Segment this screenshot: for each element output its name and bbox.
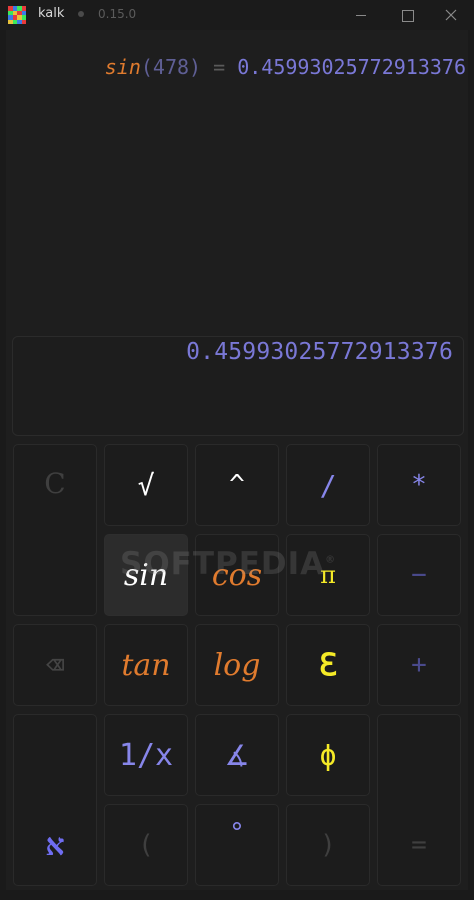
history-close-paren: ) [189,55,202,79]
equals-label: = [411,830,427,860]
app-version: 0.15.0 [98,7,137,21]
cos-button[interactable]: cos [195,534,279,616]
display-value: 0.45993025772913376 [186,339,453,365]
divide-button[interactable]: / [286,444,370,526]
left-paren-label: ( [138,830,154,860]
history-open-paren: ( [140,55,153,79]
log-button[interactable]: log [195,624,279,706]
history-entry[interactable]: sin(478) = 0.45993025772913376 [32,31,466,103]
multiply-label: * [411,470,427,500]
plus-button[interactable]: + [377,624,461,706]
power-button[interactable]: ^ [195,444,279,526]
clear-label: C [44,466,66,500]
history-equals: = [213,55,226,79]
degree-button[interactable]: ° [195,804,279,886]
minimize-button[interactable] [338,0,384,30]
app-title: kalk [38,6,65,21]
close-button[interactable] [428,0,474,30]
separator-dot-icon [78,11,84,17]
pi-label: π [320,561,336,589]
phi-button[interactable]: ϕ [286,714,370,796]
phi-label: ϕ [319,738,337,772]
euler-button[interactable]: ℇ [286,624,370,706]
sqrt-label: √ [137,468,155,502]
euler-label: ℇ [318,647,338,683]
minus-button[interactable]: − [377,534,461,616]
aleph-label: א [45,827,65,863]
minus-label: − [411,560,427,590]
title-bar: kalk 0.15.0 [0,0,474,30]
history-result: 0.45993025772913376 [237,55,466,79]
sin-button[interactable]: sin [104,534,188,616]
tan-label: tan [121,647,171,683]
history-argument: 478 [152,55,190,79]
multiply-button[interactable]: * [377,444,461,526]
left-paren-button[interactable]: ( [104,804,188,886]
equals-button[interactable]: = [377,714,461,886]
sin-label: sin [123,557,169,593]
pi-button[interactable]: π [286,534,370,616]
degree-label: ° [229,818,245,848]
tan-button[interactable]: tan [104,624,188,706]
right-paren-label: ) [320,830,336,860]
angle-button[interactable]: ∡ [195,714,279,796]
sqrt-button[interactable]: √ [104,444,188,526]
history-function: sin [104,55,141,79]
history-panel: sin(478) = 0.45993025772913376 [6,30,468,330]
power-label: ^ [229,470,245,500]
right-paren-button[interactable]: ) [286,804,370,886]
close-icon [445,9,457,21]
kalk-logo-icon [8,6,26,24]
backspace-button[interactable]: ⌫ [13,624,97,706]
backspace-icon: ⌫ [45,647,65,683]
plus-label: + [411,650,427,680]
angle-label: ∡ [224,738,250,772]
reciprocal-button[interactable]: 1/x [104,714,188,796]
reciprocal-label: 1/x [118,737,174,773]
log-label: log [213,647,261,683]
aleph-button[interactable]: א [13,714,97,886]
maximize-button[interactable] [384,0,430,30]
divide-label: / [319,468,337,502]
cos-label: cos [211,557,263,593]
result-display[interactable]: 0.45993025772913376 [12,336,464,436]
clear-button[interactable]: C [13,444,97,616]
